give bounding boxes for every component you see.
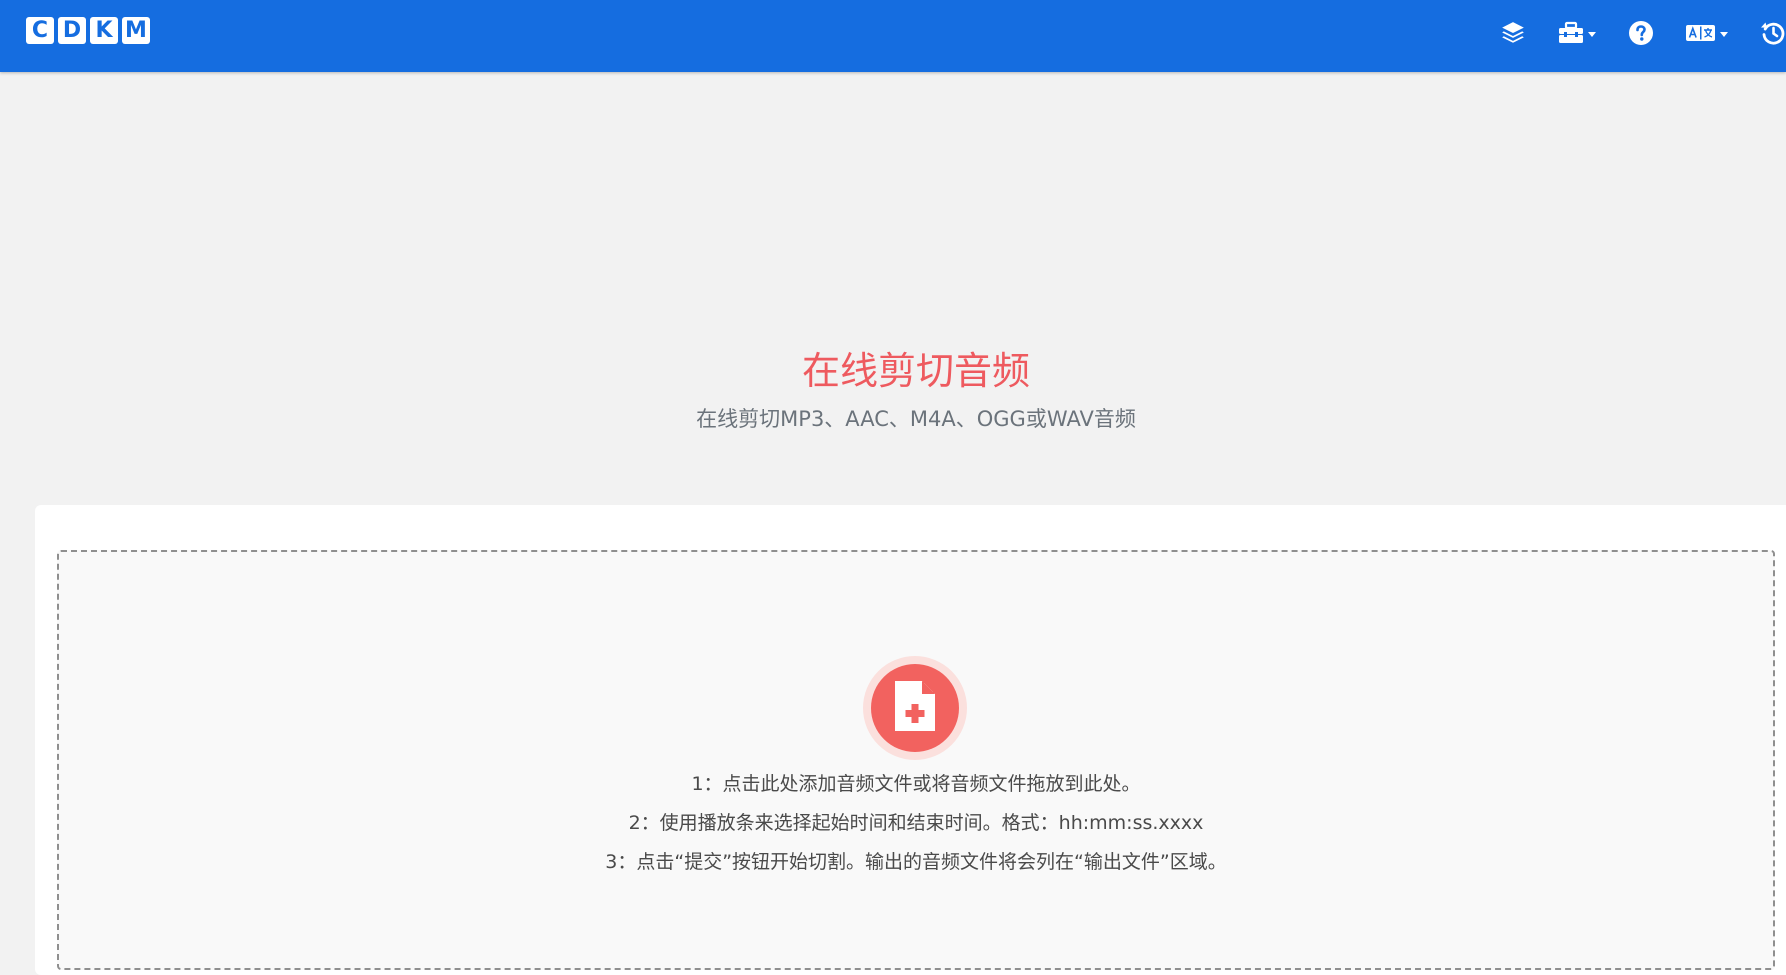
history-icon [1760,20,1786,46]
chevron-down-icon [1588,31,1596,37]
chevron-down-icon [1720,31,1728,37]
instruction-step: 3：点击“提交”按钮开始切割。输出的音频文件将会列在“输出文件”区域。 [605,851,1227,873]
nav-icon-group [0,18,1786,48]
instruction-step: 2：使用播放条来选择起始时间和结束时间。格式：hh:mm:ss.xxxx [628,812,1204,834]
toolbox-icon [1558,21,1584,45]
upload-instructions: 1：点击此处添加音频文件或将音频文件拖放到此处。 2：使用播放条来选择起始时间和… [0,765,1786,882]
instruction-step: 1：点击此处添加音频文件或将音频文件拖放到此处。 [691,773,1141,795]
file-dropzone[interactable] [57,550,1775,970]
help-button[interactable] [1628,18,1654,48]
file-add-icon [892,678,938,739]
page-subtitle: 在线剪切MP3、AAC、M4A、OGG或WAV音频 [696,407,1136,431]
translate-icon [1686,23,1716,43]
language-menu-button[interactable] [1686,18,1728,48]
layers-icon [1500,20,1526,46]
tools-menu-button[interactable] [1558,18,1596,48]
history-button[interactable] [1760,18,1786,48]
help-icon [1628,20,1654,46]
page-title: 在线剪切音频 [801,349,1030,393]
top-navbar: C D K M [0,0,1786,72]
layers-button[interactable] [1500,18,1526,48]
add-file-button[interactable] [863,656,967,760]
